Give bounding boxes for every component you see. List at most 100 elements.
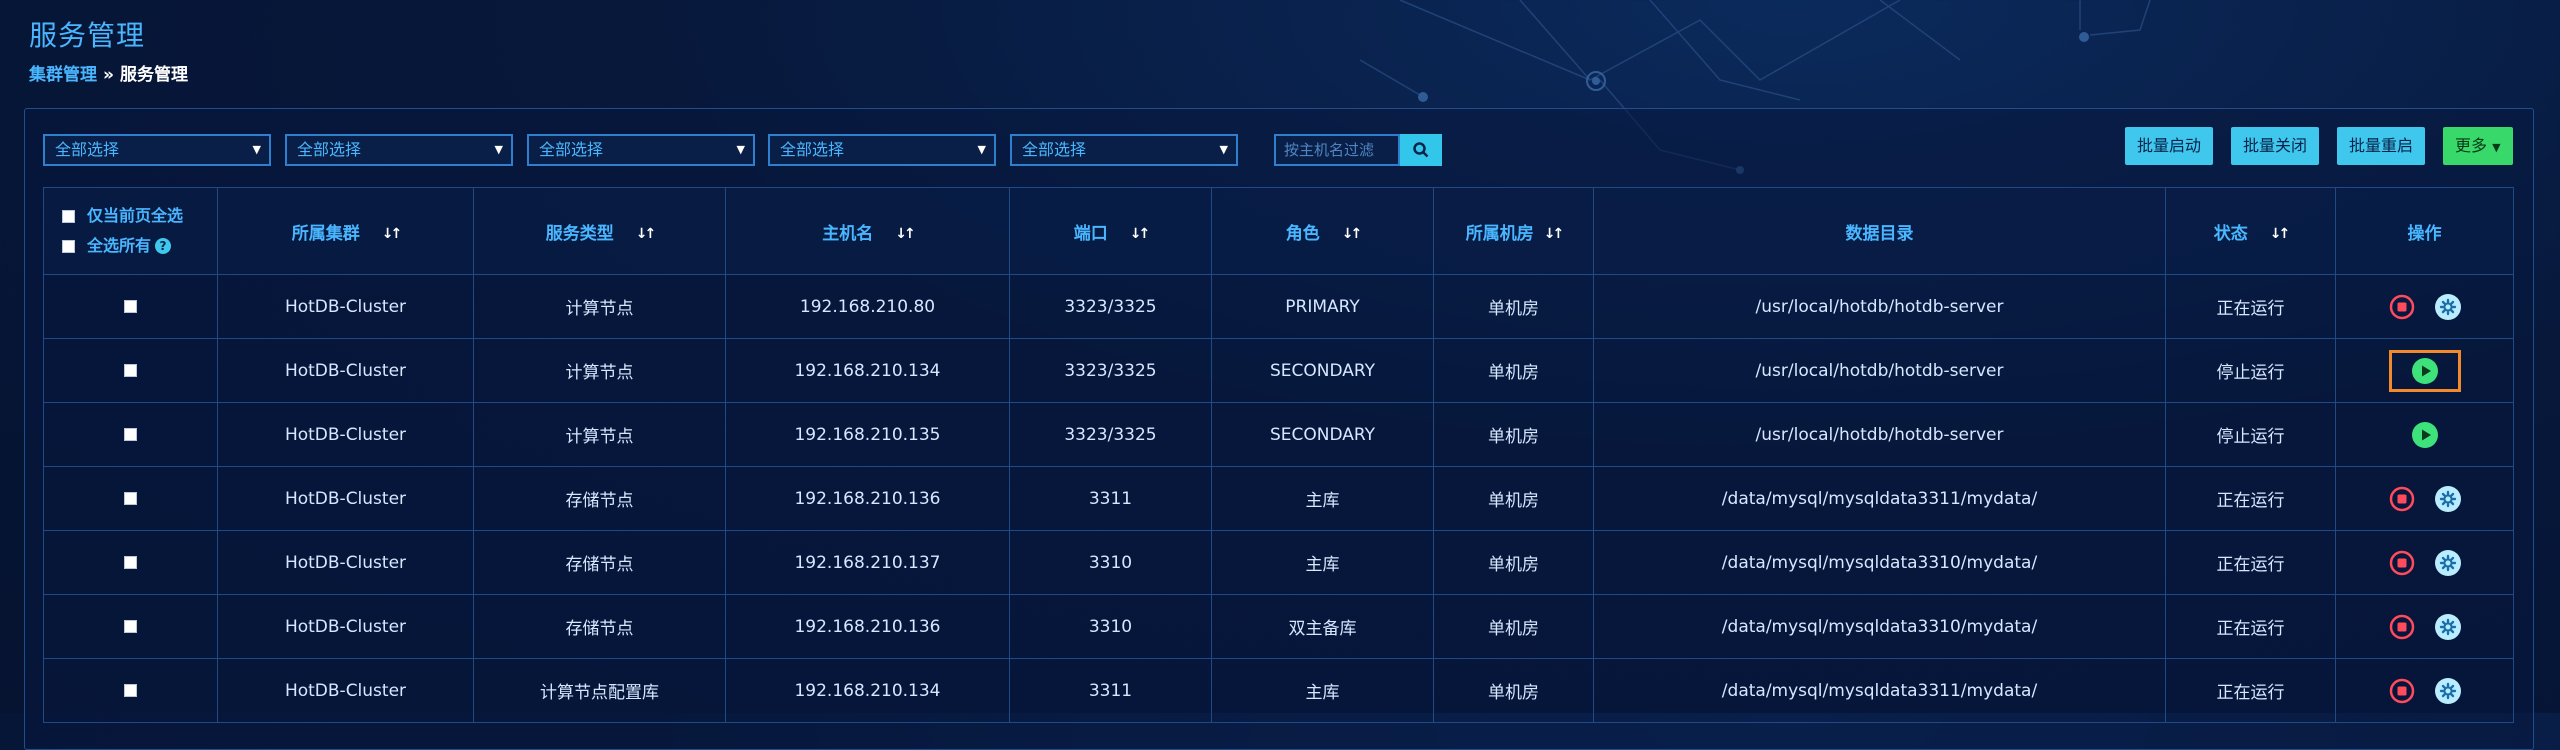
sort-icon[interactable]: ↓↑ <box>1544 226 1565 242</box>
cell-service-type: 存储节点 <box>473 594 726 659</box>
stop-icon[interactable] <box>2388 549 2416 577</box>
header-hostname[interactable]: 主机名 ↓↑ <box>725 187 1010 275</box>
cell-cluster: HotDB-Cluster <box>217 402 474 467</box>
page-title: 服务管理 <box>29 19 146 52</box>
caret-down-icon: ▼ <box>2492 141 2501 154</box>
row-checkbox[interactable] <box>124 364 137 377</box>
cell-hostname: 192.168.210.135 <box>725 402 1010 467</box>
cell-actions <box>2335 402 2514 467</box>
sort-icon[interactable]: ↓↑ <box>1342 226 1363 242</box>
filter-select-service-type[interactable]: 全部选择 ▼ <box>285 134 513 166</box>
more-button[interactable]: 更多 ▼ <box>2443 127 2513 165</box>
cell-hostname: 192.168.210.136 <box>725 466 1010 531</box>
search-button[interactable] <box>1400 134 1442 166</box>
cell-port: 3323/3325 <box>1009 402 1212 467</box>
dropdown-arrow-icon: ▼ <box>252 143 261 156</box>
row-select-cell <box>43 402 218 467</box>
table-row[interactable]: HotDB-Cluster 存储节点 192.168.210.136 3310 双主备库… <box>43 594 2514 659</box>
header-port[interactable]: 端口 ↓↑ <box>1009 187 1212 275</box>
help-icon[interactable]: ? <box>155 238 172 254</box>
cell-data-dir: /data/mysql/mysqldata3311/mydata/ <box>1593 466 2166 531</box>
highlight-box <box>2388 349 2461 392</box>
cell-service-type: 存储节点 <box>473 530 726 595</box>
row-select-cell <box>43 338 218 403</box>
cell-role: PRIMARY <box>1211 274 1434 339</box>
breadcrumb: 集群管理 » 服务管理 <box>29 60 188 85</box>
breadcrumb-cluster-link[interactable]: 集群管理 <box>29 65 97 85</box>
sort-icon[interactable]: ↓↑ <box>895 226 916 242</box>
filter-select-status[interactable]: 全部选择 ▼ <box>1010 134 1238 166</box>
table-row[interactable]: HotDB-Cluster 存储节点 192.168.210.137 3310 主库 单机… <box>43 530 2514 595</box>
settings-icon[interactable] <box>2434 677 2462 705</box>
row-actions <box>2337 677 2512 705</box>
row-checkbox[interactable] <box>124 556 137 569</box>
start-icon[interactable] <box>2411 421 2439 449</box>
row-select-cell <box>43 530 218 595</box>
cell-actions <box>2335 530 2514 595</box>
cell-actions <box>2335 466 2514 531</box>
sort-icon[interactable]: ↓↑ <box>1130 226 1151 242</box>
sort-icon[interactable]: ↓↑ <box>636 226 657 242</box>
cell-service-type: 计算节点 <box>473 402 726 467</box>
cell-room: 单机房 <box>1433 402 1594 467</box>
settings-icon[interactable] <box>2434 613 2462 641</box>
row-actions <box>2337 421 2512 449</box>
header-data-dir: 数据目录 <box>1593 187 2166 275</box>
batch-restart-button[interactable]: 批量重启 <box>2337 127 2426 165</box>
stop-icon[interactable] <box>2388 293 2416 321</box>
row-checkbox[interactable] <box>124 492 137 505</box>
cell-service-type: 计算节点 <box>473 274 726 339</box>
row-checkbox[interactable] <box>124 620 137 633</box>
row-select-cell <box>43 594 218 659</box>
table-row[interactable]: HotDB-Cluster 计算节点 192.168.210.135 3323/332… <box>43 402 2514 467</box>
cell-port: 3323/3325 <box>1009 338 1212 403</box>
sort-icon[interactable]: ↓↑ <box>2270 226 2291 242</box>
hostname-search-input[interactable]: 按主机名过滤 <box>1274 134 1400 166</box>
settings-icon[interactable] <box>2434 485 2462 513</box>
cell-room: 单机房 <box>1433 338 1594 403</box>
cell-cluster: HotDB-Cluster <box>217 530 474 595</box>
settings-icon[interactable] <box>2434 293 2462 321</box>
cell-data-dir: /usr/local/hotdb/hotdb-server <box>1593 338 2166 403</box>
header-service-type[interactable]: 服务类型 ↓↑ <box>473 187 726 275</box>
table-row[interactable]: HotDB-Cluster 计算节点 192.168.210.80 3323/3325… <box>43 274 2514 339</box>
row-checkbox[interactable] <box>124 428 137 441</box>
batch-start-button[interactable]: 批量启动 <box>2125 127 2214 165</box>
table-header-row: 仅当前页全选 全选所有? 所属集群 ↓↑ 服务类型 ↓↑ 主机名 ↓↑ 端口 ↓↑ 角色… <box>43 187 2514 275</box>
cell-port: 3310 <box>1009 594 1212 659</box>
cell-cluster: HotDB-Cluster <box>217 594 474 659</box>
cell-data-dir: /usr/local/hotdb/hotdb-server <box>1593 402 2166 467</box>
header-role[interactable]: 角色 ↓↑ <box>1211 187 1434 275</box>
cell-role: 双主备库 <box>1211 594 1434 659</box>
table-row[interactable]: HotDB-Cluster 计算节点 192.168.210.134 3323/332… <box>43 338 2514 403</box>
filter-select-cluster[interactable]: 全部选择 ▼ <box>43 134 271 166</box>
start-icon[interactable] <box>2411 357 2439 385</box>
row-checkbox[interactable] <box>124 684 137 697</box>
row-actions <box>2337 349 2512 392</box>
select-header-cell: 仅当前页全选 全选所有? <box>43 187 218 275</box>
settings-icon[interactable] <box>2434 549 2462 577</box>
row-actions <box>2337 613 2512 641</box>
cell-room: 单机房 <box>1433 466 1594 531</box>
hostname-search: 按主机名过滤 <box>1274 134 1442 166</box>
header-status[interactable]: 状态 ↓↑ <box>2165 187 2336 275</box>
service-panel: 全部选择 ▼ 全部选择 ▼ 全部选择 ▼ 全部选择 ▼ 全部选择 ▼ 按主机名过滤 批量启… <box>24 108 2534 750</box>
cell-port: 3310 <box>1009 530 1212 595</box>
dropdown-arrow-icon: ▼ <box>977 143 986 156</box>
row-checkbox[interactable] <box>124 300 137 313</box>
header-cluster[interactable]: 所属集群 ↓↑ <box>217 187 474 275</box>
stop-icon[interactable] <box>2388 677 2416 705</box>
batch-stop-button[interactable]: 批量关闭 <box>2231 127 2320 165</box>
stop-icon[interactable] <box>2388 613 2416 641</box>
cell-data-dir: /data/mysql/mysqldata3310/mydata/ <box>1593 530 2166 595</box>
select-all-checkbox[interactable] <box>62 239 75 253</box>
row-select-cell <box>43 274 218 339</box>
cell-service-type: 计算节点 <box>473 338 726 403</box>
filter-select-room[interactable]: 全部选择 ▼ <box>768 134 996 166</box>
filter-select-role[interactable]: 全部选择 ▼ <box>527 134 755 166</box>
sort-icon[interactable]: ↓↑ <box>382 226 403 242</box>
select-current-page-checkbox[interactable] <box>62 209 75 223</box>
header-room[interactable]: 所属机房 ↓↑ <box>1433 187 1594 275</box>
stop-icon[interactable] <box>2388 485 2416 513</box>
table-row[interactable]: HotDB-Cluster 存储节点 192.168.210.136 3311 主库 单机… <box>43 466 2514 531</box>
